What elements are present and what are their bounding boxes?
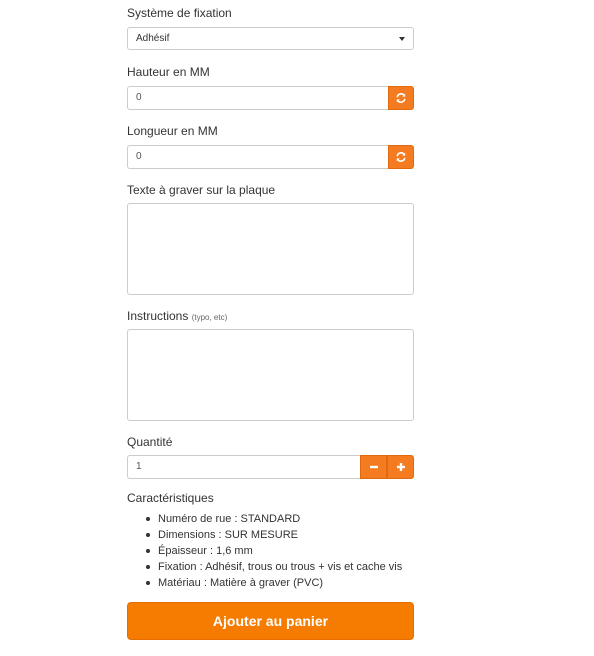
length-input[interactable]: 0 xyxy=(127,145,388,169)
characteristic-item: Dimensions : SUR MESURE xyxy=(127,527,402,543)
length-label: Longueur en MM xyxy=(127,124,218,138)
quantity-input[interactable]: 1 xyxy=(127,455,360,479)
instructions-hint: (typo, etc) xyxy=(191,313,228,322)
height-input[interactable]: 0 xyxy=(127,86,388,110)
refresh-icon xyxy=(396,152,406,162)
characteristic-item: Matériau : Matière à graver (PVC) xyxy=(127,575,402,591)
engraving-label: Texte à graver sur la plaque xyxy=(127,183,276,197)
length-refresh-button[interactable] xyxy=(388,145,414,169)
height-label: Hauteur en MM xyxy=(127,65,210,79)
fixation-select[interactable]: Adhésif xyxy=(127,27,414,50)
characteristic-item: Épaisseur : 1,6 mm xyxy=(127,543,402,559)
quantity-increase-button[interactable] xyxy=(387,455,414,479)
height-refresh-button[interactable] xyxy=(388,86,414,110)
characteristic-item: Fixation : Adhésif, trous ou trous + vis… xyxy=(127,559,402,575)
refresh-icon xyxy=(396,93,406,103)
instructions-label: Instructions (typo, etc) xyxy=(127,309,227,323)
add-to-cart-button[interactable]: Ajouter au panier xyxy=(127,602,414,640)
quantity-label: Quantité xyxy=(127,435,173,449)
length-input-group: 0 xyxy=(127,145,414,169)
characteristics-list: Numéro de rue : STANDARD Dimensions : SU… xyxy=(127,511,402,591)
plus-icon xyxy=(396,463,405,471)
engraving-textarea[interactable] xyxy=(127,203,414,295)
height-input-group: 0 xyxy=(127,86,414,110)
fixation-selected-value: Adhésif xyxy=(136,33,170,44)
quantity-stepper: 1 xyxy=(127,455,414,479)
fixation-label: Système de fixation xyxy=(127,6,232,20)
characteristics-section: Caractéristiques Numéro de rue : STANDAR… xyxy=(127,491,402,591)
characteristic-item: Numéro de rue : STANDARD xyxy=(127,511,402,527)
quantity-decrease-button[interactable] xyxy=(360,455,387,479)
chevron-down-icon xyxy=(399,37,405,41)
characteristics-title: Caractéristiques xyxy=(127,491,214,505)
instructions-label-text: Instructions xyxy=(127,309,189,323)
instructions-textarea[interactable] xyxy=(127,329,414,421)
minus-icon xyxy=(369,465,378,469)
